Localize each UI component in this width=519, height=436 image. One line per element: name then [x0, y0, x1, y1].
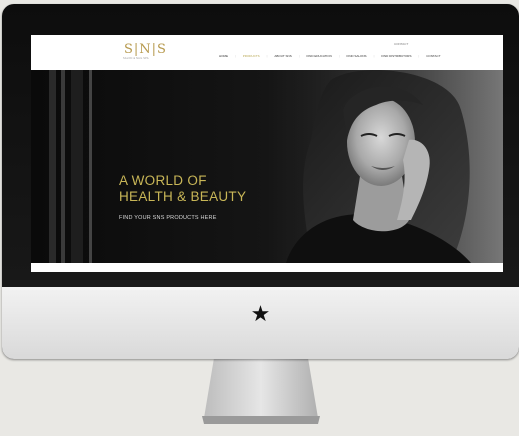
- nav-item-salons[interactable]: FIND SALONS: [347, 55, 367, 58]
- nav-separator: |: [338, 54, 340, 58]
- site-header: S|N|S SALON & NAIL SPA CONTACT HOME | PR…: [31, 35, 503, 70]
- imac-monitor: ★ S|N|S SALON & NAIL SPA CONTACT HOME | …: [2, 4, 519, 359]
- nav-item-home[interactable]: HOME: [219, 55, 228, 58]
- nav-separator: |: [235, 54, 236, 58]
- website-screen: S|N|S SALON & NAIL SPA CONTACT HOME | PR…: [31, 35, 503, 272]
- site-footer-strip: [31, 263, 503, 272]
- top-contact-link[interactable]: CONTACT: [394, 42, 408, 46]
- nav-separator: |: [373, 54, 375, 58]
- star-icon: ★: [250, 301, 271, 326]
- monitor-chin: ★: [2, 287, 519, 359]
- nav-item-distributors[interactable]: FIND DISTRIBUTORS: [381, 55, 411, 58]
- site-logo[interactable]: S|N|S: [124, 43, 167, 56]
- hero-title-line2: HEALTH & BEAUTY: [119, 189, 247, 204]
- nav-item-about[interactable]: ABOUT SNS: [274, 55, 291, 58]
- hero-banner[interactable]: A WORLD OF HEALTH & BEAUTY FIND YOUR SNS…: [31, 70, 503, 263]
- nav-item-contact[interactable]: CONTACT: [426, 55, 440, 58]
- hero-title-line1: A WORLD OF: [119, 173, 207, 188]
- main-nav: HOME | PRODUCTS | ABOUT SNS | FIND EDUCA…: [219, 55, 441, 58]
- nav-item-education[interactable]: FIND EDUCATION: [306, 55, 331, 58]
- nav-item-products[interactable]: PRODUCTS: [243, 55, 260, 58]
- site-tagline: SALON & NAIL SPA: [123, 57, 149, 60]
- nav-separator: |: [266, 54, 268, 58]
- nav-separator: |: [298, 54, 300, 58]
- hero-portrait-image: [281, 70, 503, 263]
- hero-subtitle[interactable]: FIND YOUR SNS PRODUCTS HERE: [119, 215, 217, 221]
- nav-separator: |: [418, 54, 420, 58]
